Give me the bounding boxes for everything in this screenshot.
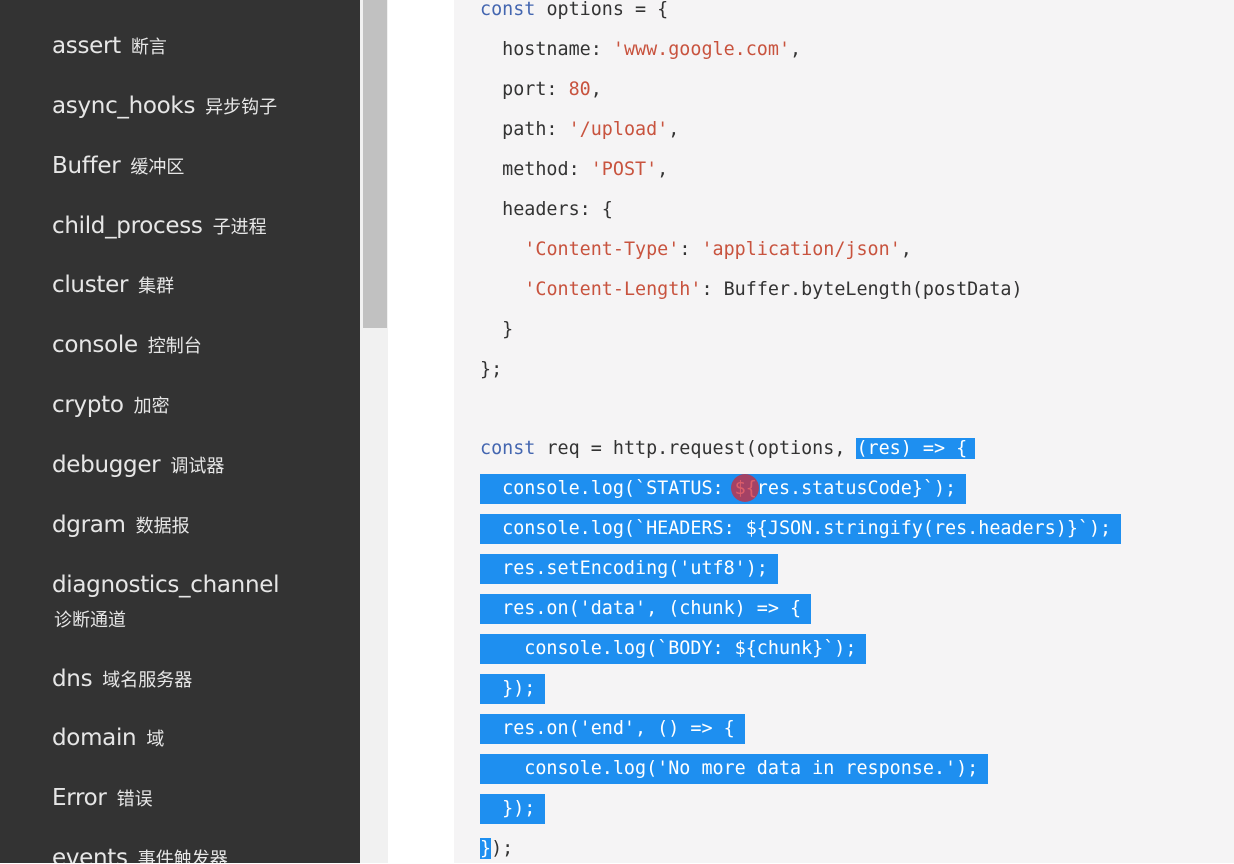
code-text: path: [480,119,569,140]
sidebar-item-dns[interactable]: dns 域名服务器 [52,666,192,692]
code-keyword: const [480,0,536,20]
code-text: hostname: [480,39,613,60]
code-block[interactable]: const options = { hostname: 'www.google.… [454,0,1234,863]
api-sidebar: assert 断言 async_hooks 异步钩子 Buffer 缓冲区 child… [0,0,360,863]
sidebar-item-error[interactable]: Error 错误 [52,785,153,811]
sidebar-item-zh: 域 [146,729,165,750]
sidebar-item-label: Error [52,785,107,811]
sidebar-item-zh: 子进程 [212,217,267,238]
code-line-selected: res.on('end', () => { [480,714,745,744]
code-text: port: [480,79,569,100]
sidebar-item-zh: 域名服务器 [102,670,193,691]
sidebar-item-zh: 错误 [116,789,153,810]
code-text: req = http.request(options, [535,438,857,459]
sidebar-scrollbar-thumb[interactable] [363,0,387,328]
code-line: 'Content-Length': Buffer.byteLength(post… [480,275,1023,305]
code-line: } [480,319,514,340]
code-number: 80 [568,79,591,100]
mouse-cursor-highlight [731,474,759,502]
sidebar-item-zh: 诊断通道 [54,610,126,631]
code-string: 'Content-Type' [524,239,680,260]
sidebar-item-zh: 异步钩子 [205,97,278,118]
code-line-selected: console.log(`BODY: ${chunk}`); [480,634,867,664]
code-keyword: const [480,438,536,459]
sidebar-item-zh: 断言 [130,37,167,58]
code-string: 'POST' [590,159,658,180]
sidebar-item-dgram[interactable]: dgram 数据报 [52,512,190,538]
code-line: const req = http.request(options, (res) … [480,434,976,464]
code-line: headers: { [480,199,613,220]
code-line-selected: res.setEncoding('utf8'); [480,554,778,584]
sidebar-item-label: events [52,845,128,863]
sidebar-item-buffer[interactable]: Buffer 缓冲区 [52,153,184,179]
sidebar-item-label: domain [52,725,137,751]
code-string: 'www.google.com' [612,39,791,60]
code-line: 'Content-Type': 'application/json', [480,235,912,265]
sidebar-item-label: async_hooks [52,93,196,119]
sidebar-item-debugger[interactable]: debugger 调试器 [52,452,224,478]
sidebar-item-zh: 缓冲区 [130,157,185,178]
code-line-selected: console.log(`STATUS: ${res.statusCode}`)… [480,474,967,504]
code-line: port: 80, [480,75,602,105]
sidebar-item-child-process[interactable]: child_process 子进程 [52,213,267,239]
code-selected-text: (res) => { [856,438,976,459]
code-line-selected: console.log('No more data in response.')… [480,754,989,784]
code-string: '/upload' [568,119,669,140]
code-text: , [668,119,680,140]
sidebar-item-label: cluster [52,272,129,298]
sidebar-item-assert[interactable]: assert 断言 [52,33,167,59]
code-text: , [900,239,912,260]
sidebar-item-label: console [52,332,138,358]
sidebar-item-zh: 加密 [133,396,170,417]
sidebar-item-console[interactable]: console 控制台 [52,332,202,358]
sidebar-item-label: Buffer [52,153,121,179]
sidebar-item-zh: 集群 [138,276,175,297]
code-text: ); [491,838,514,859]
sidebar-item-label: dns [52,666,93,692]
code-text: options = { [535,0,669,20]
code-line: method: 'POST', [480,155,668,185]
sidebar-item-zh: 控制台 [147,336,202,357]
code-line-selected: }); [480,794,546,824]
code-text: , [657,159,669,180]
content-margin [388,0,454,863]
sidebar-item-zh: 数据报 [135,516,190,537]
sidebar-item-label: child_process [52,213,203,239]
code-text: , [590,79,602,100]
code-line: hostname: 'www.google.com', [480,35,801,65]
code-line: }; [480,359,503,380]
code-text: : Buffer.byteLength(postData) [701,279,1023,300]
sidebar-item-crypto[interactable]: crypto 加密 [52,392,170,418]
sidebar-item-domain[interactable]: domain 域 [52,725,164,751]
code-line: path: '/upload', [480,115,679,145]
code-line-selected: res.on('data', (chunk) => { [480,594,812,624]
sidebar-item-zh: 事件触发器 [137,849,228,863]
sidebar-item-label: debugger [52,452,161,478]
code-text: : [679,239,702,260]
code-string: 'Content-Length' [524,279,702,300]
sidebar-item-async-hooks[interactable]: async_hooks 异步钩子 [52,93,277,119]
sidebar-item-label: assert [52,33,121,59]
sidebar-item-label: crypto [52,392,124,418]
sidebar-item-events[interactable]: events 事件触发器 [52,845,228,863]
code-selected-text: } [480,838,492,859]
code-line-selected: }); [480,674,546,704]
sidebar-item-label: dgram [52,512,126,538]
code-line: }); [480,834,513,864]
code-text: method: [480,159,591,180]
code-line-selected: console.log(`HEADERS: ${JSON.stringify(r… [480,514,1122,544]
sidebar-item-label: diagnostics_channel [52,572,280,598]
sidebar-item-diagnostics-channel[interactable]: diagnostics_channel 诊断通道 [52,572,279,632]
sidebar-item-cluster[interactable]: cluster 集群 [52,272,174,298]
code-line: const options = { [480,0,668,25]
code-text: , [790,39,802,60]
code-string: 'application/json' [701,239,901,260]
sidebar-item-zh: 调试器 [170,456,225,477]
